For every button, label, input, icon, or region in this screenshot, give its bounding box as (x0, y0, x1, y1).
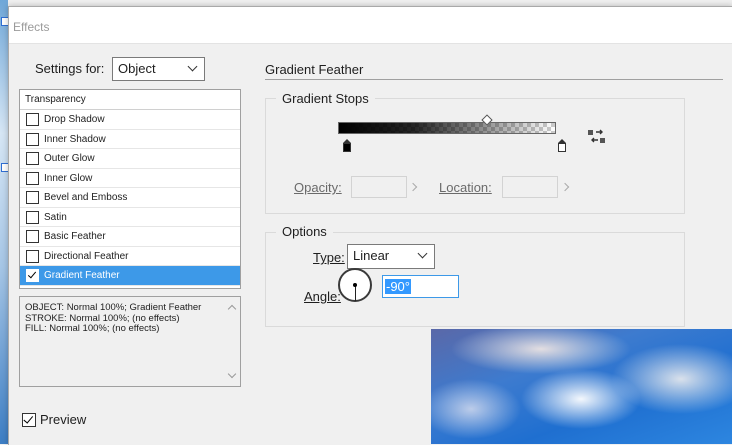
transparency-item[interactable]: Transparency (20, 90, 240, 110)
gradient-stops-group (265, 98, 685, 214)
effects-list: Transparency Drop Shadow Inner Shadow Ou… (19, 89, 241, 289)
scroll-up-icon[interactable] (227, 304, 237, 314)
effect-label: Bevel and Emboss (44, 192, 128, 203)
list-item-outer-glow[interactable]: Outer Glow (20, 149, 240, 169)
list-item-directional-feather[interactable]: Directional Feather (20, 247, 240, 266)
chevron-down-icon (187, 61, 198, 72)
panel-title: Gradient Feather (265, 62, 364, 77)
list-item-basic-feather[interactable]: Basic Feather (20, 227, 240, 247)
gradient-stop-start[interactable] (343, 139, 351, 152)
effect-checkbox[interactable] (26, 132, 39, 146)
scroll-down-icon[interactable] (227, 369, 237, 379)
angle-value: -90° (385, 279, 411, 294)
canvas-photo (431, 329, 732, 444)
window-title: Effects (13, 20, 50, 34)
panel-divider (265, 79, 723, 80)
summary-line: FILL: Normal 100%; (no effects) (25, 323, 160, 334)
opacity-label-text: Opacity: (294, 180, 342, 195)
canvas-edge (0, 0, 10, 444)
gradient-stops-title: Gradient Stops (276, 91, 375, 106)
effect-checkbox[interactable] (26, 191, 39, 204)
opacity-label: Opacity: (294, 180, 342, 195)
list-item-bevel-emboss[interactable]: Bevel and Emboss (20, 188, 240, 208)
chevron-down-icon (417, 248, 428, 259)
location-field[interactable] (502, 176, 558, 198)
location-label-text: Location: (439, 180, 492, 195)
effect-label: Gradient Feather (44, 270, 120, 281)
type-dropdown[interactable]: Linear (347, 244, 435, 269)
options-group (265, 232, 685, 327)
opacity-field[interactable] (351, 176, 407, 198)
angle-label: Angle: (304, 289, 341, 304)
gradient-stop-end[interactable] (558, 139, 566, 152)
angle-label-text: Angle: (304, 289, 341, 304)
effect-label: Inner Shadow (44, 133, 106, 145)
list-item-drop-shadow[interactable]: Drop Shadow (20, 110, 240, 130)
effect-label: Satin (44, 211, 67, 223)
effect-label: Drop Shadow (44, 114, 105, 125)
angle-dial-icon[interactable] (338, 268, 372, 302)
settings-for-dropdown[interactable]: Object (112, 57, 205, 81)
settings-for-label: Settings for: (35, 61, 105, 76)
effect-checkbox[interactable] (26, 113, 39, 126)
list-item-inner-glow[interactable]: Inner Glow (20, 169, 240, 188)
effects-summary: OBJECT: Normal 100%; Gradient Feather ST… (19, 296, 241, 387)
list-item-inner-shadow[interactable]: Inner Shadow (20, 130, 240, 149)
list-item-gradient-feather[interactable]: Gradient Feather (20, 266, 240, 286)
dial-hand (354, 285, 356, 301)
summary-line: OBJECT: Normal 100%; Gradient Feather (25, 302, 202, 313)
gradient-ramp[interactable] (338, 122, 556, 134)
effect-checkbox[interactable] (26, 152, 39, 165)
location-label: Location: (439, 180, 492, 195)
reverse-gradient-icon[interactable] (588, 129, 606, 150)
title-bar: Effects (9, 7, 732, 44)
dial-center (353, 283, 357, 287)
angle-input[interactable]: -90° (382, 275, 459, 298)
effect-label: Outer Glow (44, 153, 95, 164)
effect-label: Inner Glow (44, 172, 93, 184)
settings-for-value: Object (118, 61, 156, 76)
effect-label: Basic Feather (44, 231, 106, 242)
effect-checkbox-checked[interactable] (26, 269, 39, 282)
effect-checkbox[interactable] (26, 230, 39, 243)
type-label: Type: (313, 250, 345, 265)
type-value: Linear (353, 248, 390, 263)
effect-label: Directional Feather (44, 250, 129, 262)
effect-checkbox[interactable] (26, 249, 39, 263)
preview-check[interactable] (22, 413, 36, 427)
list-item-satin[interactable]: Satin (20, 208, 240, 227)
effect-checkbox[interactable] (26, 171, 39, 185)
type-label-text: Type: (313, 250, 345, 265)
preview-label: Preview (40, 412, 87, 427)
effect-checkbox[interactable] (26, 210, 39, 224)
options-title: Options (276, 224, 333, 239)
